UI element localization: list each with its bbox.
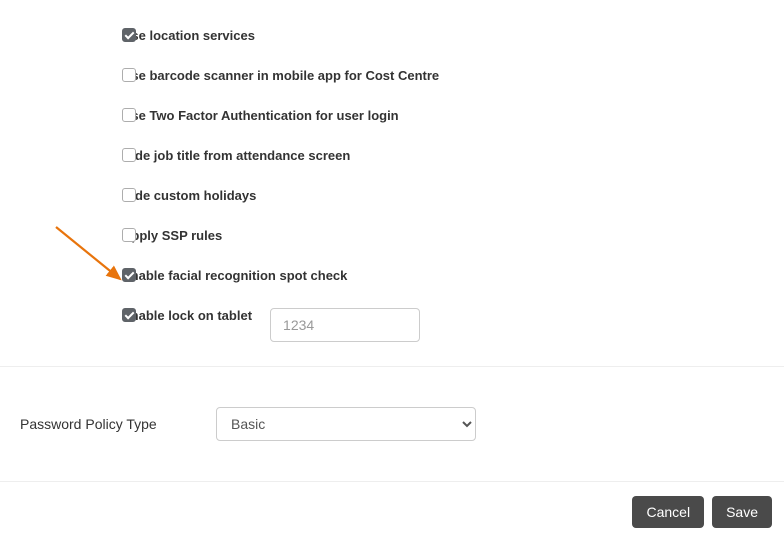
label-column: Enable lock on tablet bbox=[122, 308, 764, 342]
checkbox-column bbox=[20, 188, 122, 204]
label-column: Use location services bbox=[122, 28, 764, 44]
password-policy-label: Password Policy Type bbox=[20, 416, 216, 432]
checkbox-column bbox=[20, 268, 122, 284]
setting-label: Enable lock on tablet bbox=[122, 308, 252, 324]
password-policy-select[interactable]: Basic bbox=[216, 407, 476, 441]
checkbox-column bbox=[20, 308, 122, 324]
setting-row-lock-tablet: Enable lock on tablet bbox=[20, 308, 764, 342]
setting-row-hide-job-title: Hide job title from attendance screen bbox=[20, 148, 764, 164]
checkbox-hide-holidays[interactable] bbox=[122, 188, 136, 202]
label-column: Hide custom holidays bbox=[122, 188, 764, 204]
setting-label: Hide custom holidays bbox=[122, 188, 256, 204]
setting-label: Enable facial recognition spot check bbox=[122, 268, 347, 284]
checkbox-column bbox=[20, 228, 122, 244]
checkbox-hide-job-title[interactable] bbox=[122, 148, 136, 162]
password-policy-section: Password Policy Type Basic bbox=[0, 367, 784, 481]
setting-row-ssp-rules: Apply SSP rules bbox=[20, 228, 764, 244]
setting-row-barcode-scanner: Use barcode scanner in mobile app for Co… bbox=[20, 68, 764, 84]
setting-label: Apply SSP rules bbox=[122, 228, 222, 244]
setting-row-two-factor: Use Two Factor Authentication for user l… bbox=[20, 108, 764, 124]
label-column: Hide job title from attendance screen bbox=[122, 148, 764, 164]
setting-row-hide-holidays: Hide custom holidays bbox=[20, 188, 764, 204]
setting-label: Use location services bbox=[122, 28, 255, 44]
checkbox-column bbox=[20, 108, 122, 124]
checkbox-ssp-rules[interactable] bbox=[122, 228, 136, 242]
label-column: Enable facial recognition spot check bbox=[122, 268, 764, 284]
settings-list: Use location services Use barcode scanne… bbox=[0, 0, 784, 342]
setting-label: Use Two Factor Authentication for user l… bbox=[122, 108, 399, 124]
save-button[interactable]: Save bbox=[712, 496, 772, 528]
checkbox-column bbox=[20, 148, 122, 164]
label-column: Use Two Factor Authentication for user l… bbox=[122, 108, 764, 124]
label-column: Use barcode scanner in mobile app for Co… bbox=[122, 68, 764, 84]
setting-label: Use barcode scanner in mobile app for Co… bbox=[122, 68, 439, 84]
checkbox-location-services[interactable] bbox=[122, 28, 136, 42]
checkbox-column bbox=[20, 28, 122, 44]
footer-actions: Cancel Save bbox=[0, 481, 784, 528]
label-column: Apply SSP rules bbox=[122, 228, 764, 244]
checkbox-lock-tablet[interactable] bbox=[122, 308, 136, 322]
setting-row-facial-recognition: Enable facial recognition spot check bbox=[20, 268, 764, 284]
checkbox-column bbox=[20, 68, 122, 84]
setting-label: Hide job title from attendance screen bbox=[122, 148, 350, 164]
cancel-button[interactable]: Cancel bbox=[632, 496, 704, 528]
setting-row-location-services: Use location services bbox=[20, 28, 764, 44]
checkbox-barcode-scanner[interactable] bbox=[122, 68, 136, 82]
checkbox-facial-recognition[interactable] bbox=[122, 268, 136, 282]
checkbox-two-factor[interactable] bbox=[122, 108, 136, 122]
lock-code-input[interactable] bbox=[270, 308, 420, 342]
